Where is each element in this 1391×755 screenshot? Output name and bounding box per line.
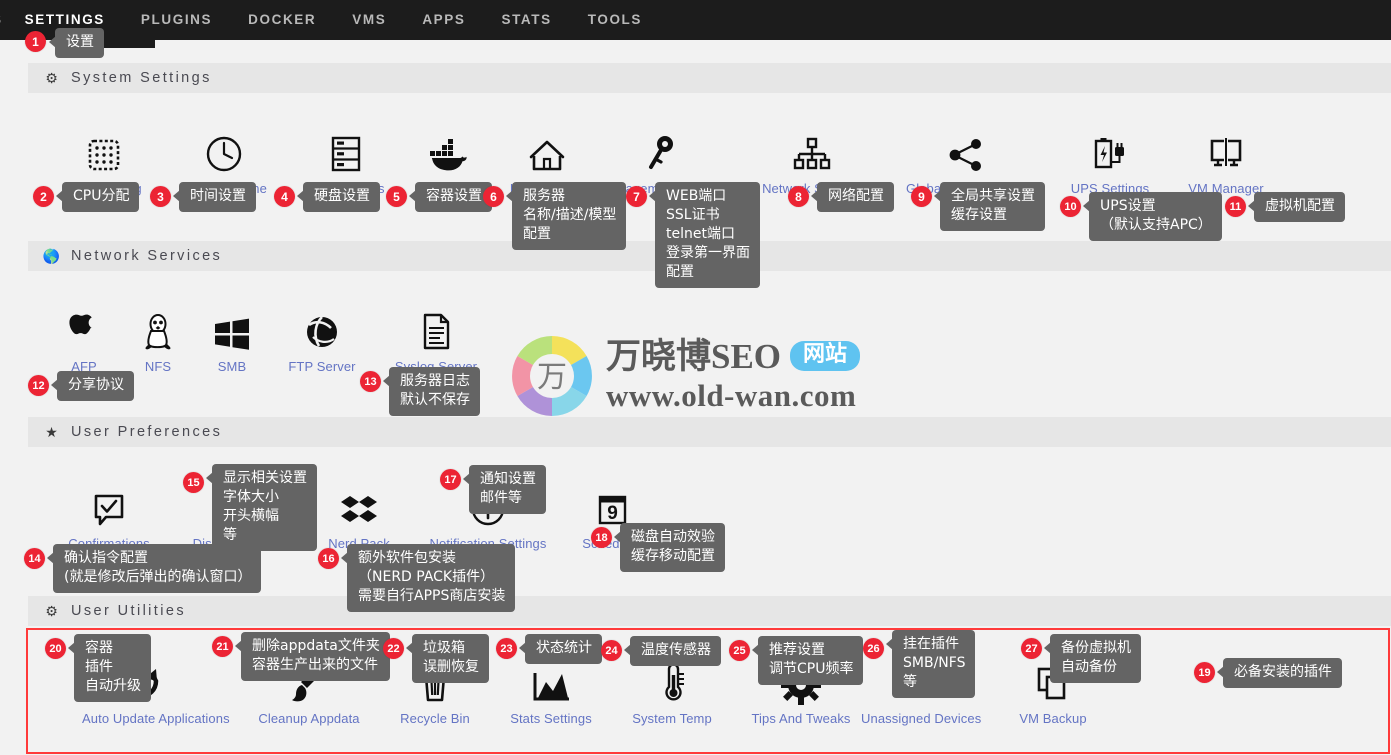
share-nodes-icon (906, 125, 1026, 175)
annotation-badge-19: 19 (1194, 662, 1215, 683)
document-lines-icon (376, 303, 496, 353)
annotation-badge-1: 1 (25, 31, 46, 52)
annotation-badge-4: 4 (274, 186, 295, 207)
annotation-tip-19: 必备安装的插件 (1217, 658, 1342, 688)
annotation-badge-20: 20 (45, 638, 66, 659)
annotation-badge-24: 24 (601, 640, 622, 661)
sliders-icon: ⚙ (45, 603, 58, 619)
annotation-tip-9: 全局共享设置 缓存设置 (934, 182, 1045, 231)
annotation-badge-21: 21 (212, 636, 233, 657)
section-title: System Settings (71, 70, 212, 86)
annotation-tip-8: 网络配置 (811, 182, 894, 212)
annotation-badge-7: 7 (626, 186, 647, 207)
annotation-tip-3: 时间设置 (173, 182, 256, 212)
watermark-url: www.old-wan.com (606, 377, 857, 413)
vm-screens-icon (1166, 125, 1286, 175)
section-title: Network Services (71, 248, 223, 264)
nav-item-apps[interactable]: APPS (404, 0, 483, 40)
annotation-tip-2: CPU分配 (55, 182, 140, 212)
home-icon (487, 125, 607, 175)
check-speech-icon (49, 480, 169, 530)
section-header-system-settings: ⚙ System Settings (28, 63, 1391, 93)
annotation-badge-6: 6 (483, 186, 504, 207)
tile-confirmations[interactable]: Confirmations (49, 480, 169, 551)
clock-icon (164, 125, 284, 175)
annotation-badge-8: 8 (788, 186, 809, 207)
nav-item-docker[interactable]: DOCKER (230, 0, 334, 40)
key-icon (600, 125, 720, 175)
tile-syslog-server[interactable]: Syslog Server (376, 303, 496, 374)
annotation-badge-2: 2 (33, 186, 54, 207)
section-header-user-utilities: ⚙ User Utilities (28, 596, 1391, 626)
annotation-badge-26: 26 (863, 638, 884, 659)
annotation-badge-15: 15 (183, 472, 204, 493)
annotation-badge-9: 9 (911, 186, 932, 207)
network-tree-icon (752, 125, 872, 175)
annotation-tip-24: 温度传感器 (624, 636, 721, 666)
section-title: User Utilities (71, 603, 186, 619)
annotation-tip-16: 额外软件包安装 （NERD PACK插件） 需要自行APPS商店安装 (340, 544, 516, 612)
annotation-tip-21: 删除appdata文件夹 容器生产出来的文件 (235, 632, 390, 681)
nav-item-stats[interactable]: STATS (483, 0, 569, 40)
annotation-badge-14: 14 (24, 548, 45, 569)
battery-plug-icon (1050, 125, 1170, 175)
section-title: User Preferences (71, 424, 223, 440)
watermark: 万 万晓博SEO 网站 www.old-wan.com (506, 330, 861, 422)
annotation-badge-25: 25 (729, 640, 750, 661)
ftp-globe-icon (262, 303, 382, 353)
nav-clipped-prefix: S (0, 0, 7, 40)
annotation-badge-13: 13 (360, 371, 381, 392)
annotation-tip-22: 垃圾箱 误删恢复 (406, 634, 489, 683)
annotation-badge-23: 23 (496, 638, 517, 659)
annotation-tip-27: 备份虚拟机 自动备份 (1044, 634, 1141, 683)
annotation-badge-22: 22 (383, 638, 404, 659)
gear-icon: ⚙ (45, 70, 58, 86)
globe-icon: 🌎 (42, 248, 61, 264)
top-navbar: S SETTINGS PLUGINS DOCKER VMS APPS STATS… (0, 0, 1391, 40)
star-icon: ★ (45, 424, 58, 440)
svg-text:9: 9 (607, 503, 618, 524)
tile-vm-manager[interactable]: VM Manager (1166, 125, 1286, 196)
annotation-badge-27: 27 (1021, 638, 1042, 659)
annotation-badge-5: 5 (386, 186, 407, 207)
annotation-tip-15: 显示相关设置 字体大小 开头横幅 等 (206, 464, 317, 551)
annotation-tip-10: UPS设置 （默认支持APC） (1083, 192, 1222, 241)
annotation-tip-11: 虚拟机配置 (1248, 192, 1345, 222)
annotation-badge-16: 16 (318, 548, 339, 569)
watermark-brand: 万晓博SEO (606, 336, 782, 376)
annotation-tip-14: 确认指令配置 (就是修改后弹出的确认窗口） (46, 544, 262, 593)
annotation-badge-17: 17 (440, 469, 461, 490)
watermark-text: 万晓博SEO 网站 www.old-wan.com (606, 336, 861, 414)
annotation-badge-11: 11 (1225, 196, 1246, 217)
tile-ftp-server[interactable]: FTP Server (262, 303, 382, 374)
annotation-badge-3: 3 (150, 186, 171, 207)
watermark-logo-icon: 万 (506, 330, 598, 422)
nav-item-tools[interactable]: TOOLS (570, 0, 660, 40)
tile-nerd-pack[interactable]: Nerd Pack (299, 480, 419, 551)
annotation-tip-26: 挂在插件 SMB/NFS 等 (885, 630, 976, 698)
annotation-badge-10: 10 (1060, 196, 1081, 217)
annotation-tip-17: 通知设置 邮件等 (463, 465, 546, 514)
annotation-tip-6: 服务器 名称/描述/模型 配置 (505, 182, 627, 250)
watermark-mark-text: 万 (537, 361, 567, 394)
annotation-tip-7: WEB端口 SSL证书 telnet端口 登录第一界面 配置 (649, 182, 760, 288)
annotation-tip-18: 磁盘自动效验 缓存移动配置 (614, 523, 725, 572)
annotation-tip-23: 状态统计 (519, 634, 602, 664)
annotation-tip-20: 容器 插件 自动升级 (68, 634, 151, 702)
tile-ups-settings[interactable]: UPS Settings (1050, 125, 1170, 196)
annotation-tip-4: 硬盘设置 (297, 182, 380, 212)
annotation-tip-25: 推荐设置 调节CPU频率 (751, 636, 864, 685)
annotation-badge-18: 18 (591, 527, 612, 548)
annotation-tip-13: 服务器日志 默认不保存 (383, 367, 480, 416)
annotation-badge-12: 12 (28, 375, 49, 396)
nav-item-vms[interactable]: VMS (334, 0, 404, 40)
dropbox-diamond-icon (299, 480, 419, 530)
cpu-chip-icon (44, 125, 164, 175)
watermark-pill: 网站 (790, 341, 861, 371)
annotation-tip-5: 容器设置 (409, 182, 492, 212)
annotation-tip-1: 设置 (49, 28, 104, 58)
annotation-tip-12: 分享协议 (51, 371, 134, 401)
